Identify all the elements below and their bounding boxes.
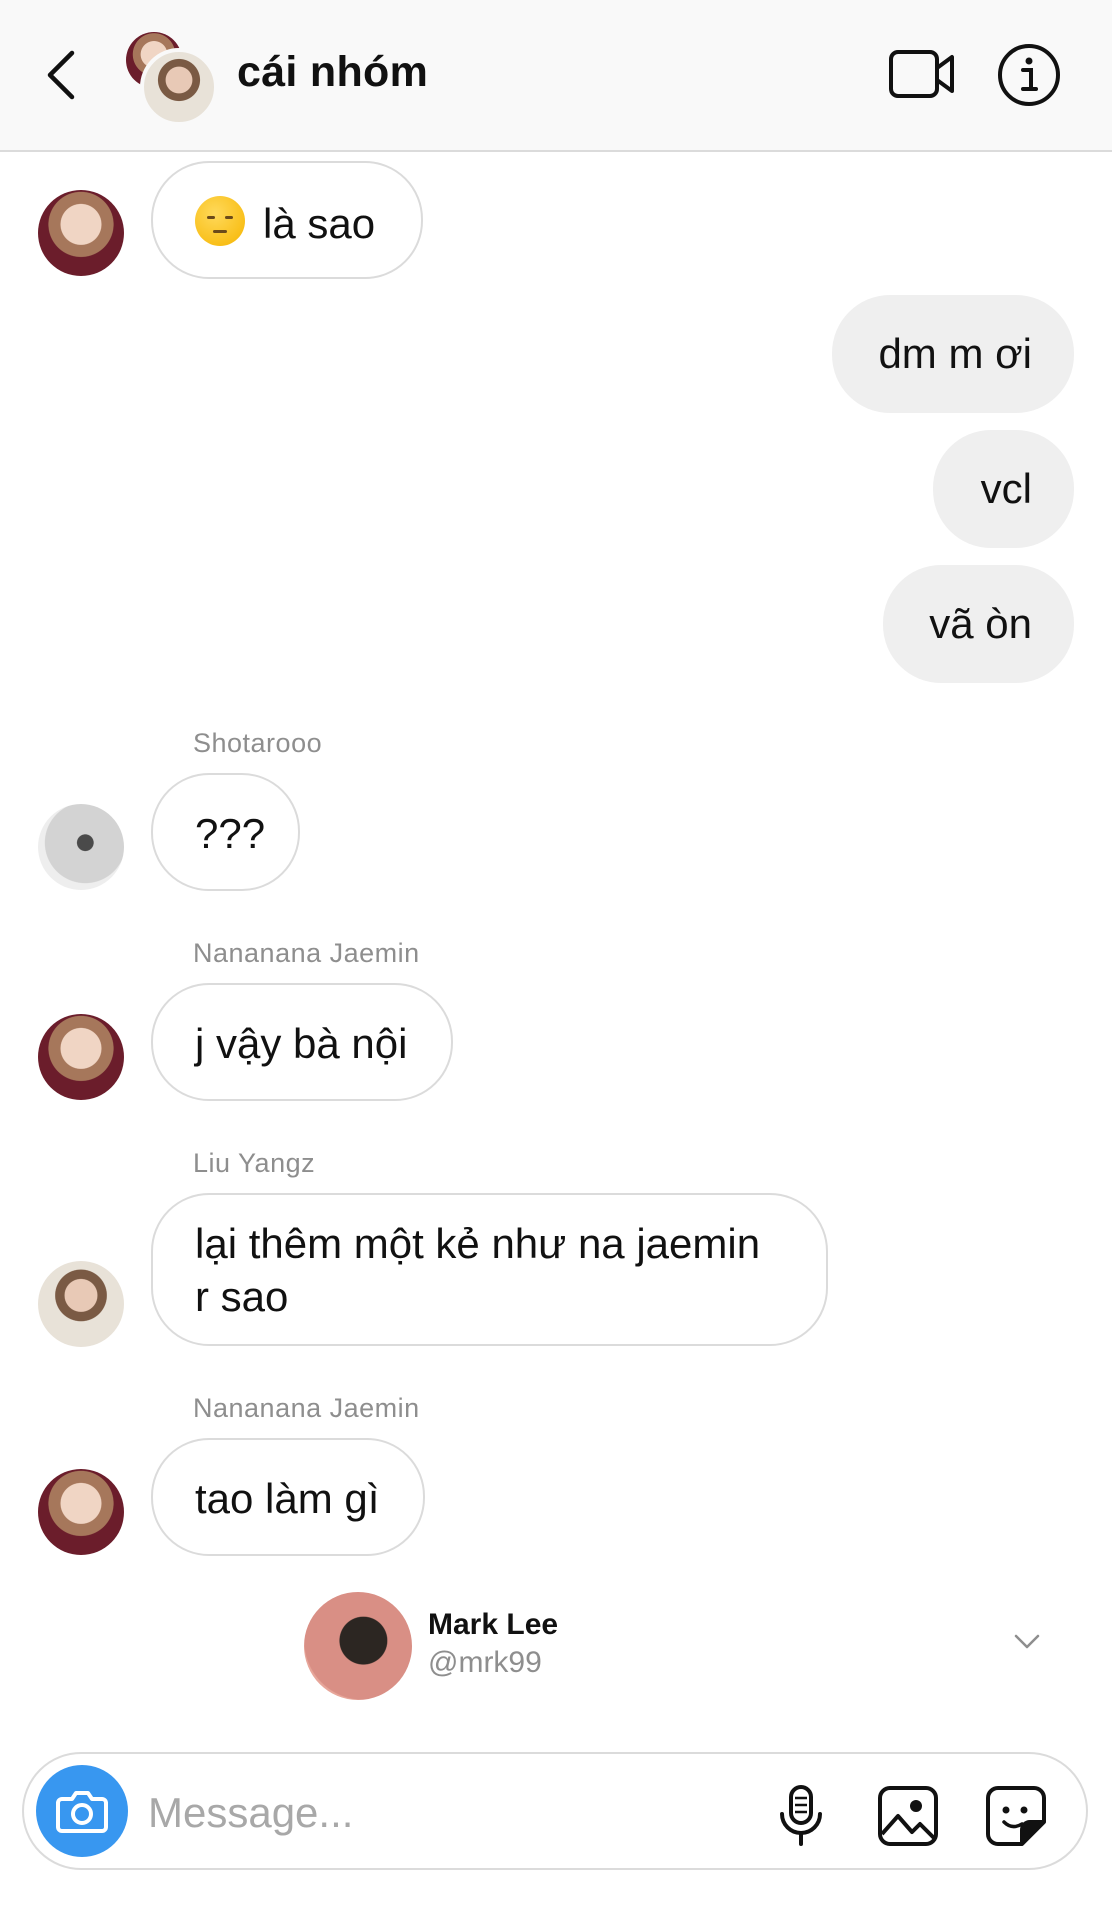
message-text: vcl [980,465,1032,512]
message-text: j vậy bà nội [195,1020,408,1067]
message-text-line: r sao [195,1273,289,1320]
image-icon [878,1786,938,1846]
shared-profile-name: Mark Lee [428,1608,559,1641]
info-icon [998,44,1060,106]
message-bubble-incoming[interactable]: tao làm gì [151,1438,425,1556]
camera-button[interactable] [36,1765,128,1857]
group-avatar[interactable] [120,28,218,126]
message-text: vã òn [929,600,1032,647]
chat-title[interactable]: cái nhóm [237,48,428,97]
voice-message-button[interactable] [776,1784,826,1848]
sender-avatar[interactable] [38,1014,124,1100]
chat-header: cái nhóm [0,0,1112,152]
chevron-left-icon [47,50,75,100]
sticker-icon [986,1786,1046,1846]
sender-name: Nananana Jaemin [193,1393,420,1423]
gallery-button[interactable] [876,1784,940,1848]
expand-button[interactable] [1012,1626,1042,1656]
microphone-icon [780,1785,822,1846]
shared-profile-handle: @mrk99 [428,1646,542,1679]
message-text: là sao [263,200,376,247]
video-call-button[interactable] [888,48,956,100]
message-bubble-outgoing[interactable]: vã òn [883,565,1074,683]
message-bubble-outgoing[interactable]: dm m ơi [832,295,1074,413]
sender-avatar[interactable] [38,190,124,276]
video-camera-icon [889,50,954,98]
sender-avatar[interactable] [38,1469,124,1555]
pensive-face-emoji [195,196,245,246]
back-button[interactable] [42,45,82,105]
camera-icon [56,1791,108,1833]
shared-profile-card[interactable]: Mark Lee @mrk99 [300,1590,1060,1700]
sender-avatar[interactable] [38,1261,124,1347]
shared-profile-avatar[interactable] [304,1592,412,1700]
message-text: ??? [195,810,266,857]
chevron-down-icon [1014,1634,1040,1649]
message-composer [22,1752,1088,1870]
message-bubble-incoming[interactable]: lại thêm một kẻ như na jaemin r sao [151,1193,828,1346]
sender-name: Nananana Jaemin [193,938,420,968]
message-text: dm m ơi [878,330,1032,377]
message-bubble-outgoing[interactable]: vcl [933,430,1074,548]
message-bubble-incoming[interactable]: ??? [151,773,300,891]
message-bubble-incoming[interactable]: j vậy bà nội [151,983,453,1101]
member-avatar [140,48,218,126]
sender-name: Shotarooo [193,728,323,758]
message-text: tao làm gì [195,1475,380,1522]
sticker-button[interactable] [984,1784,1048,1848]
info-button[interactable] [996,42,1062,108]
sender-avatar[interactable] [38,804,124,890]
sender-name: Liu Yangz [193,1148,316,1178]
message-bubble-incoming[interactable]: là sao [151,161,423,279]
message-text-line: lại thêm một kẻ như na jaemin [195,1220,761,1267]
message-input[interactable] [146,1782,630,1844]
